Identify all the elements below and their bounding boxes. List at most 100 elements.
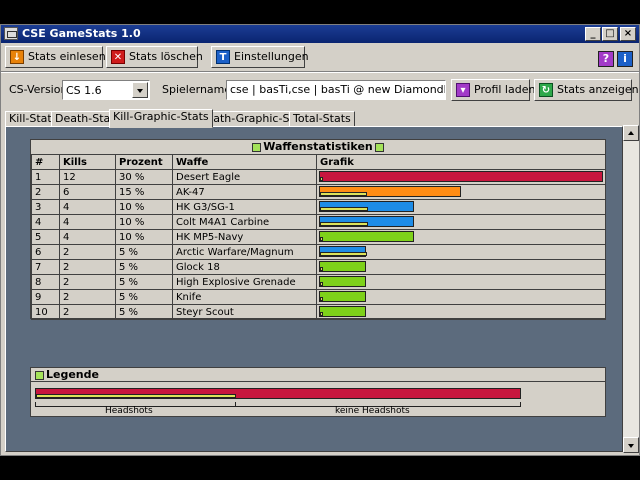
legend-title: Legende — [46, 368, 99, 381]
kill-bar — [319, 291, 366, 302]
chevron-down-icon[interactable] — [132, 82, 148, 98]
app-window: CSE GameStats 1.0 _ □ × ↓ Stats einlesen… — [0, 24, 640, 456]
rank-cell: 4 — [31, 214, 60, 230]
table-header-row: # Kills Prozent Waffe Grafik — [31, 154, 606, 170]
kills-cell: 2 — [59, 274, 116, 290]
table-row: 5 4 10 % HK MP5-Navy — [31, 229, 606, 245]
table-row: 625 % Arctic Warfare/Magnum — [31, 244, 606, 260]
show-stats-button[interactable]: ↻ Stats anzeigen — [534, 79, 639, 101]
table-row: 925 % Knife — [31, 289, 606, 305]
headshot-bar — [320, 252, 367, 256]
percent-cell: 10 % — [115, 199, 173, 215]
kills-cell: 6 — [59, 184, 116, 200]
version-value: CS 1.6 — [66, 84, 102, 97]
kills-cell: 2 — [59, 289, 116, 305]
load-profile-button[interactable]: ▾ Profil laden — [451, 79, 535, 101]
tab-total-stats[interactable]: Total-Stats — [289, 111, 355, 127]
legend-headshots-label: Headshots — [105, 406, 153, 416]
title-bar: CSE GameStats 1.0 _ □ × — [1, 25, 639, 43]
table-row: 725 % Glock 18 — [31, 259, 606, 275]
rank-cell: 5 — [31, 229, 60, 245]
table-row: 4 4 10 % Colt M4A1 Carbine — [31, 214, 606, 230]
rank-cell: 3 — [31, 199, 60, 215]
minimize-button[interactable]: _ — [585, 27, 601, 41]
legend-header: Legende — [31, 368, 605, 382]
column-header: Kills — [59, 154, 116, 170]
legend-scale-divider — [235, 402, 236, 407]
kill-bar — [319, 216, 414, 227]
weapon-stats-title: Waffenstatistiken — [263, 140, 373, 153]
rank-cell: 7 — [31, 259, 60, 275]
percent-cell: 10 % — [115, 229, 173, 245]
percent-cell: 5 % — [115, 274, 173, 290]
maximize-button[interactable]: □ — [602, 27, 618, 41]
table-row: 825 % High Explosive Grenade — [31, 274, 606, 290]
table-row: 10 2 5 % Steyr Scout — [31, 304, 606, 320]
rank-cell: 8 — [31, 274, 60, 290]
players-input[interactable]: cse | basTi,cse | basTi @ new Diamondbac… — [226, 80, 446, 100]
rank-cell: 2 — [31, 184, 60, 200]
headshot-bar — [320, 312, 323, 316]
rank-cell: 1 — [31, 169, 60, 185]
kill-bar — [319, 276, 366, 287]
rank-cell: 9 — [31, 289, 60, 305]
kill-bar — [319, 186, 461, 197]
kills-cell: 2 — [59, 304, 116, 320]
separator — [1, 71, 639, 73]
weapon-stats-table: # Kills Prozent Waffe Grafik 1 12 30 % Dese… — [31, 154, 606, 320]
settings-button[interactable]: T Einstellungen — [211, 46, 309, 68]
headshot-bar — [320, 267, 323, 271]
graphic-cell — [316, 184, 606, 200]
kill-bar — [319, 171, 603, 182]
delete-icon: ✕ — [111, 50, 125, 64]
headshot-bar — [320, 297, 323, 301]
kill-bar — [319, 261, 366, 272]
info-icon[interactable]: i — [617, 51, 633, 67]
green-square-icon — [35, 370, 44, 380]
weapon-cell: HK MP5-Navy — [172, 229, 317, 245]
weapon-cell: Arctic Warfare/Magnum — [172, 244, 317, 260]
scroll-down-button[interactable] — [623, 437, 639, 453]
weapon-cell: High Explosive Grenade — [172, 274, 317, 290]
weapon-cell: Knife — [172, 289, 317, 305]
green-square-icon — [374, 142, 384, 152]
headshot-bar — [320, 222, 368, 226]
weapon-cell: Steyr Scout — [172, 304, 317, 320]
headshot-bar — [320, 282, 323, 286]
graphic-cell — [316, 199, 606, 215]
rank-cell: 6 — [31, 244, 60, 260]
headshot-bar — [320, 207, 368, 211]
legend-headshot-bar — [36, 394, 236, 398]
graphic-cell — [316, 259, 606, 275]
graphic-cell — [316, 304, 606, 320]
graphic-cell — [316, 169, 606, 185]
delete-stats-button[interactable]: ✕ Stats löschen — [106, 46, 203, 68]
close-button[interactable]: × — [620, 27, 636, 41]
percent-cell: 5 % — [115, 244, 173, 260]
graphic-cell — [316, 289, 606, 305]
column-header: Prozent — [115, 154, 173, 170]
headshot-bar — [320, 237, 323, 241]
table-row: 3 4 10 % HK G3/SG-1 — [31, 199, 606, 215]
weapon-cell: Desert Eagle — [172, 169, 317, 185]
import-icon: ↓ — [10, 50, 24, 64]
scroll-up-button[interactable] — [623, 125, 639, 141]
toolbar: ↓ Stats einlesen ✕ Stats löschen T Einst… — [1, 44, 639, 70]
headshot-bar — [320, 192, 367, 196]
kills-cell: 2 — [59, 244, 116, 260]
graphic-cell — [316, 274, 606, 290]
version-select[interactable]: CS 1.6 — [62, 80, 150, 100]
column-header: # — [31, 154, 60, 170]
kill-bar — [319, 201, 414, 212]
settings-icon: T — [216, 50, 230, 64]
weapon-cell: AK-47 — [172, 184, 317, 200]
column-header: Grafik — [316, 154, 606, 170]
graphic-cell — [316, 229, 606, 245]
tab-kill-graphic-stats[interactable]: Kill-Graphic-Stats — [109, 109, 213, 128]
vertical-scrollbar[interactable] — [623, 125, 639, 453]
question-icon[interactable]: ? — [598, 51, 614, 67]
rank-cell: 10 — [31, 304, 60, 320]
kill-bar — [319, 231, 414, 242]
percent-cell: 30 % — [115, 169, 173, 185]
read-stats-button[interactable]: ↓ Stats einlesen — [5, 46, 106, 68]
